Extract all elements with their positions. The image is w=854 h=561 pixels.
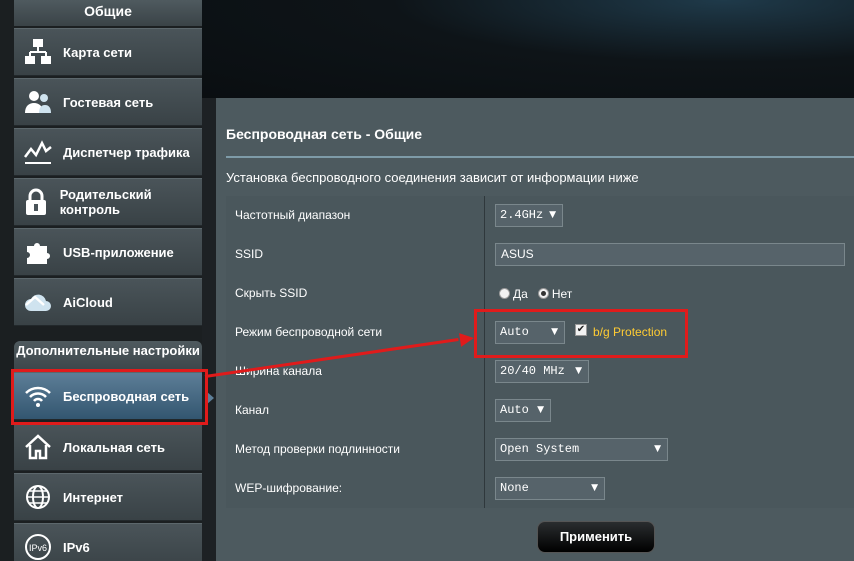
top-background [202,0,854,98]
sidebar-item-internet[interactable]: Интернет [14,473,202,521]
home-icon [19,428,57,466]
radio-label: Да [513,286,528,301]
apply-button[interactable]: Применить [537,521,655,553]
setting-label: Скрыть SSID [226,274,485,313]
setting-row-hide-ssid: Скрыть SSID Да Нет [226,274,854,313]
hide-ssid-radio-group: Да Нет [499,274,582,313]
radio-label: Нет [551,286,573,301]
wep-encryption-select[interactable]: None ▼ [495,477,605,500]
ipv6-icon: IPv6 [19,528,57,561]
auth-method-select[interactable]: Open System ▼ [495,438,668,461]
chevron-down-icon: ▼ [537,405,544,415]
setting-row-auth-method: Метод проверки подлинности Open System ▼ [226,430,854,469]
hide-ssid-no-radio[interactable] [537,288,549,299]
sidebar-item-label: Родительский контроль [59,187,152,217]
hide-ssid-yes-radio[interactable] [499,288,510,299]
cloud-icon [19,283,57,321]
sidebar-item-usb-application[interactable]: USB-приложение [14,228,202,276]
setting-row-wep: WEP-шифрование: None ▼ [226,469,854,508]
chevron-down-icon: ▼ [591,483,598,493]
sidebar-item-label: Гостевая сеть [63,94,154,110]
ssid-input[interactable]: ASUS [495,243,845,266]
annotation-box-wireless [11,369,208,425]
sidebar-item-label: Локальная сеть [63,439,165,455]
chevron-down-icon: ▼ [654,444,661,454]
sidebar-item-label: Интернет [63,489,124,505]
setting-label: Метод проверки подлинности [226,430,485,469]
svg-text:IPv6: IPv6 [29,543,47,553]
annotation-box-wireless-mode [474,309,688,358]
sidebar-item-label: IPv6 [63,539,90,555]
channel-select[interactable]: Auto ▼ [495,399,551,422]
sidebar-item-network-map[interactable]: Карта сети [14,28,202,76]
sidebar-item-traffic-manager[interactable]: Диспетчер трафика [14,128,202,176]
sidebar-item-ipv6[interactable]: IPv6 IPv6 [14,523,202,561]
channel-width-select[interactable]: 20/40 MHz ▼ [495,360,589,383]
sidebar-item-lan[interactable]: Локальная сеть [14,423,202,471]
setting-label: Режим беспроводной сети [226,313,485,352]
annotation-arrow-head [459,331,475,347]
setting-label: SSID [226,235,485,274]
sidebar-item-aicloud[interactable]: AiCloud [14,278,202,326]
general-section-header: Общие [14,0,202,26]
sidebar-item-parental-control[interactable]: Родительский контроль [14,178,202,226]
sidebar-item-label: USB-приложение [63,244,174,260]
title-divider [226,156,854,158]
sidebar-item-label: AiCloud [63,294,113,310]
setting-label: WEP-шифрование: [226,469,485,508]
sidebar-item-label: Карта сети [63,44,132,60]
band-select[interactable]: 2.4GHz ▼ [495,204,563,227]
guest-network-icon [19,83,57,121]
setting-label: Ширина канала [226,352,485,391]
setting-label: Канал [226,391,485,430]
sidebar-item-guest-network[interactable]: Гостевая сеть [14,78,202,126]
globe-icon [19,478,57,516]
setting-row-channel: Канал Auto ▼ [226,391,854,430]
chevron-down-icon: ▼ [575,366,582,376]
page-title: Беспроводная сеть - Общие [226,126,423,142]
setting-label: Частотный диапазон [226,196,485,235]
lock-icon [19,183,54,221]
sidebar-item-label: Диспетчер трафика [63,144,190,160]
setting-row-ssid: SSID ASUS [226,235,854,274]
chevron-down-icon: ▼ [549,210,556,220]
network-map-icon [19,33,57,71]
sidebar: Общие Карта сети Гостевая сеть Диспетчер… [0,0,214,561]
traffic-manager-icon [19,133,57,171]
page-description: Установка беспроводного соединения завис… [226,170,639,185]
setting-row-band: Частотный диапазон 2.4GHz ▼ [226,196,854,235]
puzzle-icon [19,233,57,271]
